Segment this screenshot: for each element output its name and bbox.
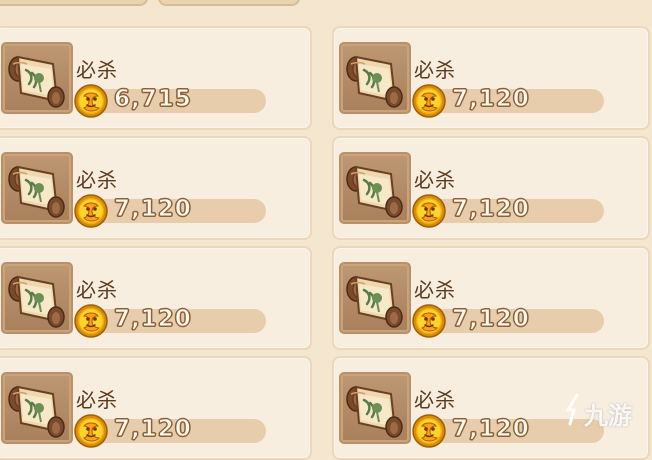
price-value: 7,120 bbox=[114, 416, 192, 443]
gold-coin-icon bbox=[412, 414, 446, 448]
scroll-icon bbox=[339, 262, 411, 334]
skill-name: 必杀 bbox=[76, 388, 118, 412]
skill-card[interactable]: 必杀 7,120 bbox=[332, 246, 650, 350]
watermark-text: 九游 bbox=[584, 402, 632, 430]
price-value: 7,120 bbox=[452, 416, 530, 443]
skill-name: 必杀 bbox=[76, 278, 118, 302]
watermark-logo-icon bbox=[566, 393, 579, 426]
gold-coin-icon bbox=[74, 194, 108, 228]
skill-card[interactable]: 必杀 7,120 bbox=[0, 246, 312, 350]
gold-coin-icon bbox=[412, 84, 446, 118]
scroll-icon bbox=[339, 152, 411, 224]
price-value: 6,715 bbox=[114, 86, 192, 113]
price-value: 7,120 bbox=[114, 196, 192, 223]
price-value: 7,120 bbox=[452, 196, 530, 223]
gold-coin-icon bbox=[412, 304, 446, 338]
price-value: 7,120 bbox=[452, 86, 530, 113]
price-value: 7,120 bbox=[452, 306, 530, 333]
scroll-icon bbox=[1, 262, 73, 334]
skill-card[interactable]: 必杀 7,120 bbox=[0, 136, 312, 240]
skill-name: 必杀 bbox=[414, 168, 456, 192]
scroll-icon bbox=[339, 42, 411, 114]
skill-name: 必杀 bbox=[414, 388, 456, 412]
skill-card[interactable]: 必杀 7,120 bbox=[0, 356, 312, 460]
skill-card[interactable]: 必杀 7,120 bbox=[332, 136, 650, 240]
top-tab-right[interactable] bbox=[158, 0, 300, 6]
gold-coin-icon bbox=[74, 304, 108, 338]
skill-card[interactable]: 必杀 7,120 bbox=[332, 26, 650, 130]
skill-name: 必杀 bbox=[76, 58, 118, 82]
gold-coin-icon bbox=[412, 194, 446, 228]
scroll-icon bbox=[339, 372, 411, 444]
scroll-icon bbox=[1, 372, 73, 444]
gold-coin-icon bbox=[74, 84, 108, 118]
watermark: 九游 bbox=[560, 388, 652, 432]
skill-card[interactable]: 必杀 6,715 bbox=[0, 26, 312, 130]
skill-name: 必杀 bbox=[76, 168, 118, 192]
scroll-icon bbox=[1, 152, 73, 224]
skill-name: 必杀 bbox=[414, 278, 456, 302]
skill-shop-grid: 必杀 6,715 必杀 7,120 必杀 7,120 必杀 7,120 必杀 7… bbox=[0, 26, 652, 460]
top-tab-left[interactable] bbox=[0, 0, 148, 6]
gold-coin-icon bbox=[74, 414, 108, 448]
skill-name: 必杀 bbox=[414, 58, 456, 82]
scroll-icon bbox=[1, 42, 73, 114]
price-value: 7,120 bbox=[114, 306, 192, 333]
